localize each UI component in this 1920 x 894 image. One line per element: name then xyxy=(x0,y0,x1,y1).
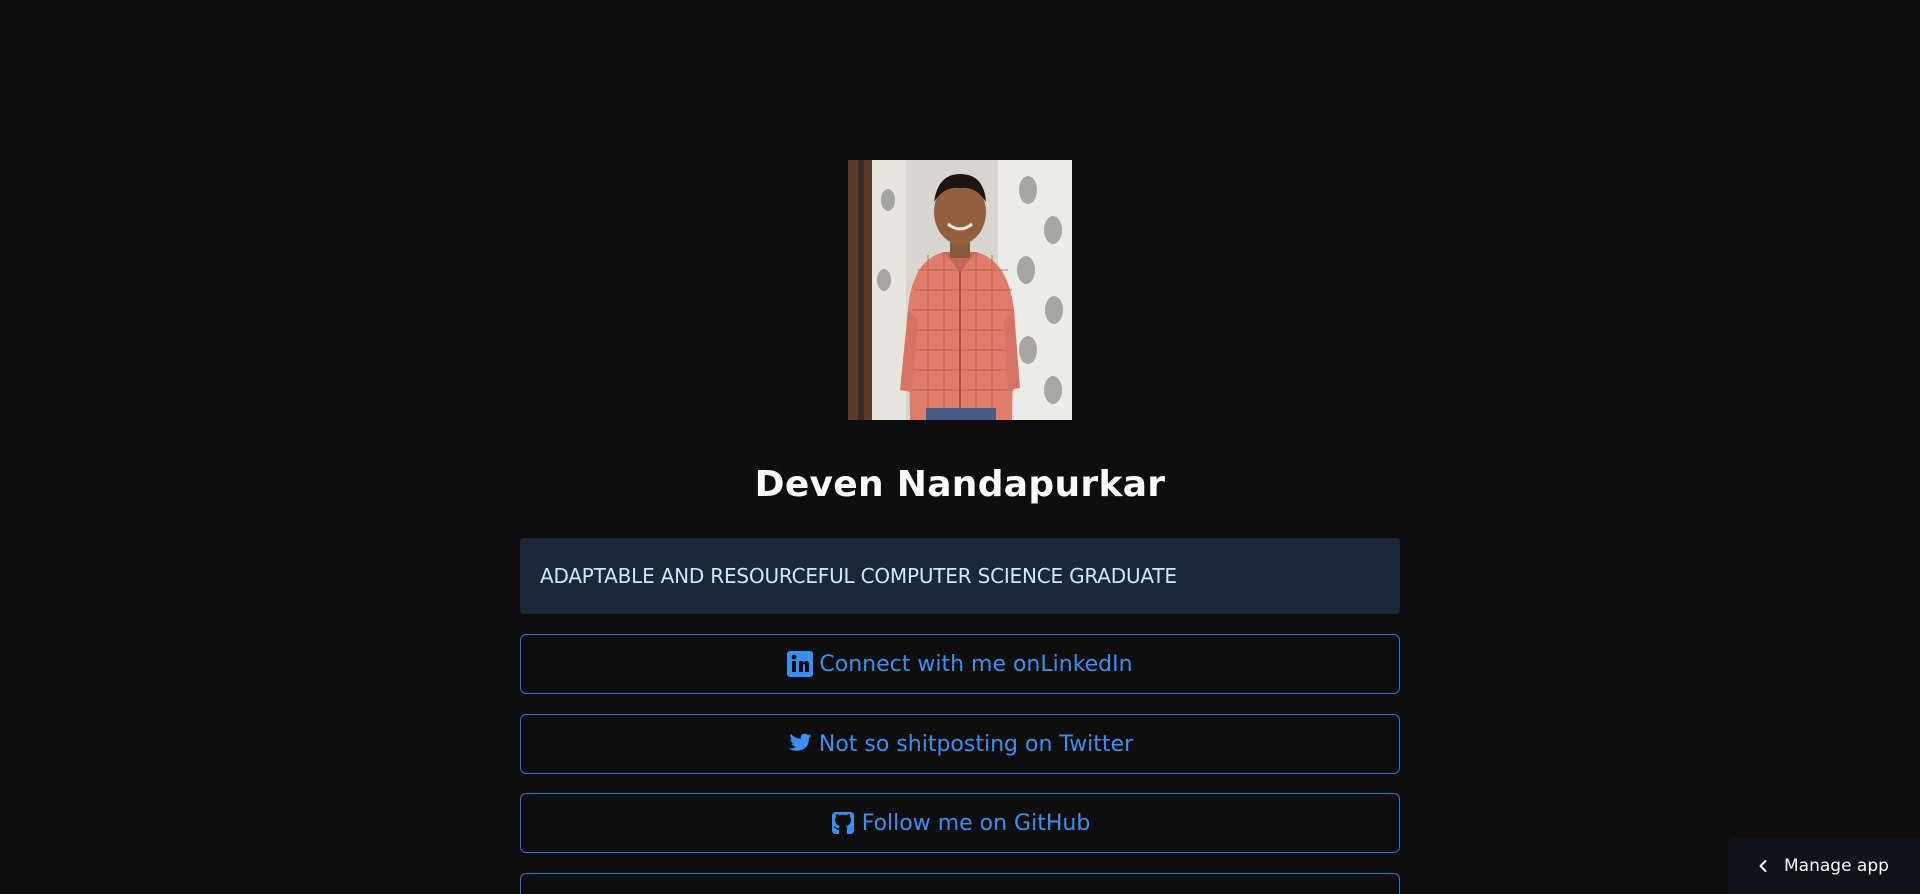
tagline-banner: ADAPTABLE AND RESOURCEFUL COMPUTER SCIEN… xyxy=(520,538,1400,614)
profile-name: Deven Nandapurkar xyxy=(754,464,1166,505)
linkedin-icon xyxy=(787,651,814,677)
github-button[interactable]: Follow me on GitHub xyxy=(520,793,1400,853)
linkedin-button[interactable]: Connect with me onLinkedIn xyxy=(520,634,1400,694)
twitter-icon xyxy=(787,731,813,757)
link-button-4[interactable] xyxy=(520,873,1400,894)
app-page: Deven Nandapurkar ADAPTABLE AND RESOURCE… xyxy=(0,0,1920,894)
manage-app-label: Manage app xyxy=(1784,856,1889,876)
twitter-button[interactable]: Not so shitposting on Twitter xyxy=(520,714,1400,774)
twitter-button-label: Not so shitposting on Twitter xyxy=(818,731,1134,757)
profile-photo xyxy=(848,160,1072,420)
linkedin-button-label: Connect with me onLinkedIn xyxy=(819,651,1133,677)
github-icon xyxy=(830,810,856,836)
chevron-left-icon xyxy=(1756,859,1770,873)
manage-app-button[interactable]: Manage app xyxy=(1728,838,1920,894)
github-button-label: Follow me on GitHub xyxy=(861,810,1091,836)
profile-photo-image xyxy=(848,160,1072,420)
tagline-text: ADAPTABLE AND RESOURCEFUL COMPUTER SCIEN… xyxy=(540,564,1177,588)
